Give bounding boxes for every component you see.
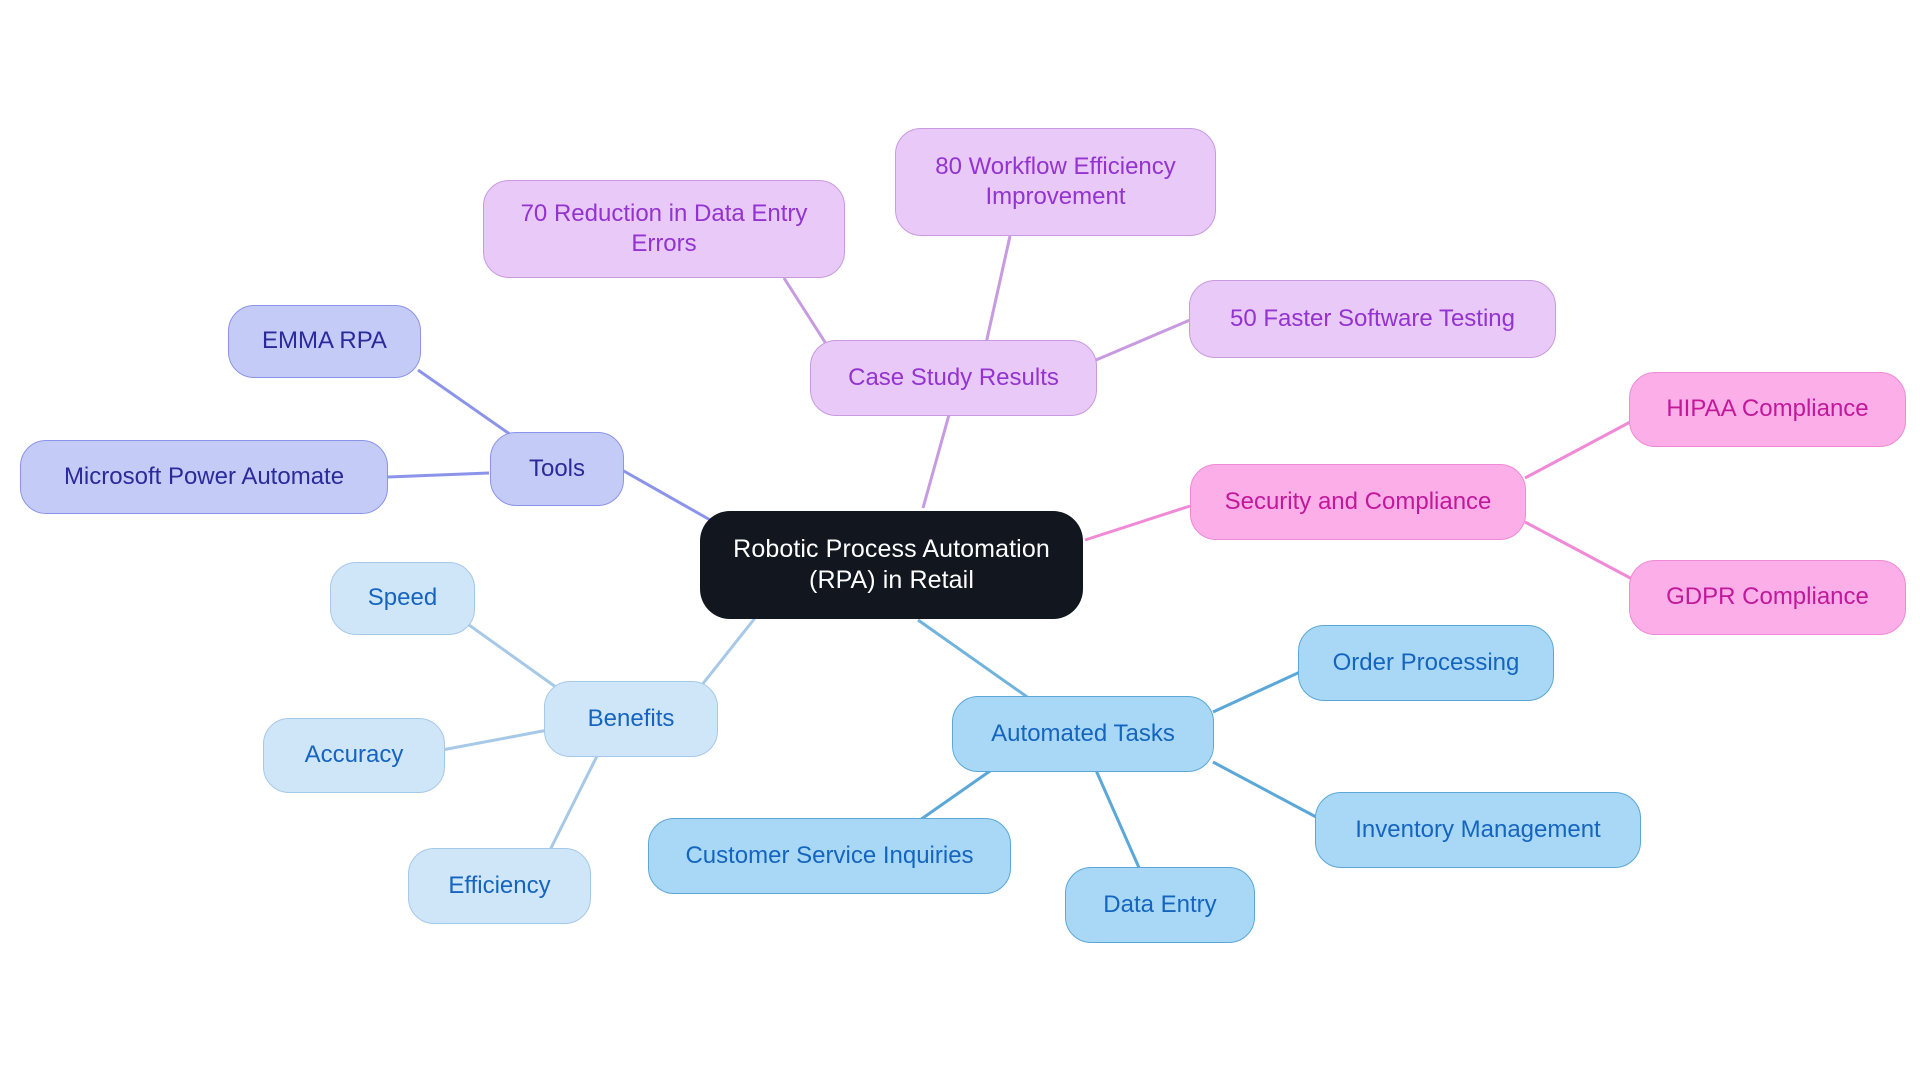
node-automated-tasks-label: Automated Tasks [991,719,1175,747]
node-case-study-results-label: Case Study Results [848,363,1059,391]
edge-root-tools [621,468,713,523]
mindmap-canvas: Robotic Process Automation (RPA) in Reta… [0,0,1920,1083]
edge-case-study-faster-testing [1095,318,1191,362]
node-workflow-efficiency-improvement-label: 80 Workflow Efficiency Improvement [935,152,1176,210]
edge-case-study-reduction-errors [782,277,832,351]
node-root[interactable]: Robotic Process Automation (RPA) in Reta… [700,511,1083,619]
node-speed[interactable]: Speed [330,562,475,635]
edge-tools-microsoft-power-automate [387,471,490,479]
node-efficiency[interactable]: Efficiency [408,848,591,924]
node-data-entry-label: Data Entry [1103,890,1217,918]
edge-benefits-accuracy [441,728,549,752]
node-root-label: Robotic Process Automation (RPA) in Reta… [733,534,1050,595]
edge-benefits-speed [461,618,561,692]
edge-security-hipaa [1524,418,1635,480]
node-customer-service-inquiries[interactable]: Customer Service Inquiries [648,818,1011,894]
node-workflow-efficiency-improvement[interactable]: 80 Workflow Efficiency Improvement [895,128,1216,236]
node-gdpr-compliance[interactable]: GDPR Compliance [1629,560,1906,635]
node-order-processing-label: Order Processing [1332,648,1520,676]
edge-case-study-workflow-efficiency [983,235,1012,349]
node-accuracy-label: Accuracy [304,741,404,769]
edge-tasks-order-processing [1212,670,1301,714]
node-accuracy[interactable]: Accuracy [263,718,445,793]
edge-tasks-inventory-management [1212,760,1319,820]
edge-benefits-efficiency [544,749,602,859]
edge-tasks-data-entry [1093,767,1142,871]
node-benefits-label: Benefits [587,704,675,732]
node-faster-software-testing-label: 50 Faster Software Testing [1229,304,1516,332]
node-emma-rpa[interactable]: EMMA RPA [228,305,421,378]
node-hipaa-compliance[interactable]: HIPAA Compliance [1629,372,1906,447]
node-security-and-compliance-label: Security and Compliance [1224,487,1492,515]
node-benefits[interactable]: Benefits [544,681,718,757]
edge-security-gdpr [1524,520,1635,582]
node-case-study-results[interactable]: Case Study Results [810,340,1097,416]
edge-root-security [1084,504,1191,542]
node-microsoft-power-automate[interactable]: Microsoft Power Automate [20,440,388,514]
node-speed-label: Speed [367,584,438,612]
node-data-entry[interactable]: Data Entry [1065,867,1255,943]
node-efficiency-label: Efficiency [448,871,551,899]
node-gdpr-compliance-label: GDPR Compliance [1666,583,1869,611]
node-order-processing[interactable]: Order Processing [1298,625,1554,701]
node-emma-rpa-label: EMMA RPA [262,327,387,355]
node-tools-label: Tools [528,454,586,482]
node-security-and-compliance[interactable]: Security and Compliance [1190,464,1526,540]
node-faster-software-testing[interactable]: 50 Faster Software Testing [1189,280,1556,358]
node-hipaa-compliance-label: HIPAA Compliance [1666,395,1869,423]
node-inventory-management[interactable]: Inventory Management [1315,792,1641,868]
edge-root-case-study [921,403,954,509]
node-automated-tasks[interactable]: Automated Tasks [952,696,1214,772]
edge-tasks-customer-service [919,762,1001,822]
node-tools[interactable]: Tools [490,432,624,506]
edge-root-tasks [917,618,1041,708]
node-customer-service-inquiries-label: Customer Service Inquiries [685,841,974,869]
node-reduction-data-entry-errors[interactable]: 70 Reduction in Data Entry Errors [483,180,845,278]
node-microsoft-power-automate-label: Microsoft Power Automate [63,462,345,490]
node-inventory-management-label: Inventory Management [1355,815,1601,843]
node-reduction-data-entry-errors-label: 70 Reduction in Data Entry Errors [520,199,808,257]
